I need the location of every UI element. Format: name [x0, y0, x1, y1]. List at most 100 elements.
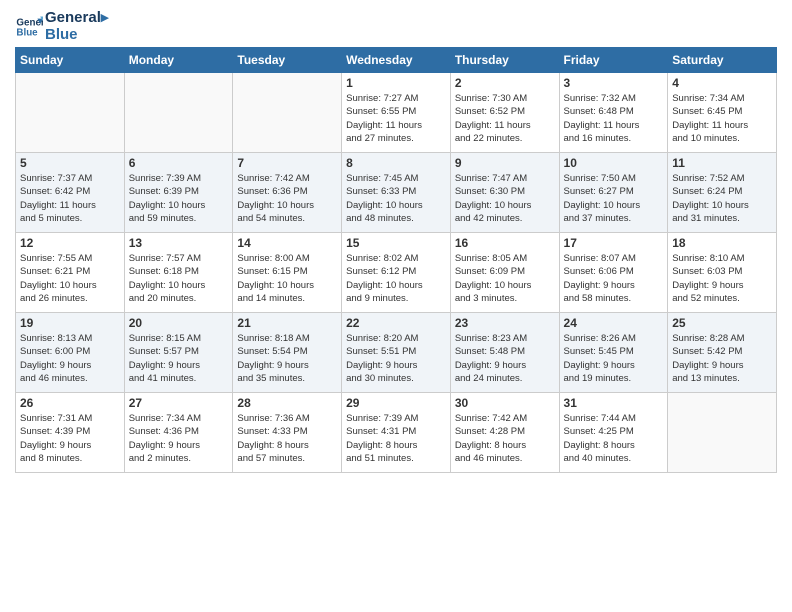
calendar-cell — [668, 393, 777, 473]
calendar-cell: 23 Sunrise: 8:23 AMSunset: 5:48 PMDayligh… — [450, 313, 559, 393]
calendar-cell: 13 Sunrise: 7:57 AMSunset: 6:18 PMDayligh… — [124, 233, 233, 313]
calendar-cell: 30 Sunrise: 7:42 AMSunset: 4:28 PMDayligh… — [450, 393, 559, 473]
header: General Blue General▸ Blue — [15, 10, 777, 43]
day-info: Sunrise: 8:02 AMSunset: 6:12 PMDaylight:… — [346, 252, 446, 305]
calendar-cell: 9Sunrise: 7:47 AMSunset: 6:30 PMDaylight… — [450, 153, 559, 233]
column-header-thursday: Thursday — [450, 48, 559, 73]
day-number: 13 — [129, 236, 229, 250]
day-info: Sunrise: 8:23 AMSunset: 5:48 PMDaylight:… — [455, 332, 555, 385]
day-info: Sunrise: 7:50 AMSunset: 6:27 PMDaylight:… — [564, 172, 664, 225]
week-row-5: 26 Sunrise: 7:31 AMSunset: 4:39 PMDayligh… — [16, 393, 777, 473]
day-number: 21 — [237, 316, 337, 330]
calendar-cell: 10 Sunrise: 7:50 AMSunset: 6:27 PMDayligh… — [559, 153, 668, 233]
calendar-cell: 11 Sunrise: 7:52 AMSunset: 6:24 PMDayligh… — [668, 153, 777, 233]
logo-icon: General Blue — [15, 13, 43, 41]
calendar-cell: 31 Sunrise: 7:44 AMSunset: 4:25 PMDayligh… — [559, 393, 668, 473]
column-header-tuesday: Tuesday — [233, 48, 342, 73]
calendar-cell: 16 Sunrise: 8:05 AMSunset: 6:09 PMDayligh… — [450, 233, 559, 313]
day-number: 1 — [346, 76, 446, 90]
calendar-cell: 19Sunrise: 8:13 AMSunset: 6:00 PMDayligh… — [16, 313, 125, 393]
calendar-cell: 3 Sunrise: 7:32 AMSunset: 6:48 PMDaylight… — [559, 73, 668, 153]
day-number: 30 — [455, 396, 555, 410]
calendar-cell: 6Sunrise: 7:39 AMSunset: 6:39 PMDaylight… — [124, 153, 233, 233]
day-info: Sunrise: 7:31 AMSunset: 4:39 PMDaylight:… — [20, 412, 120, 465]
week-row-2: 5 Sunrise: 7:37 AMSunset: 6:42 PMDaylight… — [16, 153, 777, 233]
week-row-4: 19Sunrise: 8:13 AMSunset: 6:00 PMDayligh… — [16, 313, 777, 393]
calendar-cell: 15 Sunrise: 8:02 AMSunset: 6:12 PMDayligh… — [342, 233, 451, 313]
calendar-cell: 26 Sunrise: 7:31 AMSunset: 4:39 PMDayligh… — [16, 393, 125, 473]
calendar-cell: 22Sunrise: 8:20 AMSunset: 5:51 PMDayligh… — [342, 313, 451, 393]
calendar-cell: 12 Sunrise: 7:55 AMSunset: 6:21 PMDayligh… — [16, 233, 125, 313]
calendar-cell — [124, 73, 233, 153]
day-info: Sunrise: 8:28 AMSunset: 5:42 PMDaylight:… — [672, 332, 772, 385]
calendar-cell: 28Sunrise: 7:36 AMSunset: 4:33 PMDayligh… — [233, 393, 342, 473]
week-row-3: 12 Sunrise: 7:55 AMSunset: 6:21 PMDayligh… — [16, 233, 777, 313]
svg-text:Blue: Blue — [16, 27, 38, 38]
day-info: Sunrise: 7:55 AMSunset: 6:21 PMDaylight:… — [20, 252, 120, 305]
calendar-container: General Blue General▸ Blue SundayMondayT… — [0, 0, 792, 483]
day-info: Sunrise: 7:34 AMSunset: 4:36 PMDaylight:… — [129, 412, 229, 465]
day-info: Sunrise: 8:07 AMSunset: 6:06 PMDaylight:… — [564, 252, 664, 305]
day-number: 25 — [672, 316, 772, 330]
day-info: Sunrise: 8:15 AMSunset: 5:57 PMDaylight:… — [129, 332, 229, 385]
day-info: Sunrise: 7:52 AMSunset: 6:24 PMDaylight:… — [672, 172, 772, 225]
day-info: Sunrise: 7:36 AMSunset: 4:33 PMDaylight:… — [237, 412, 337, 465]
day-info: Sunrise: 7:32 AMSunset: 6:48 PMDaylight:… — [564, 92, 664, 145]
day-info: Sunrise: 7:47 AMSunset: 6:30 PMDaylight:… — [455, 172, 555, 225]
calendar-cell: 25 Sunrise: 8:28 AMSunset: 5:42 PMDayligh… — [668, 313, 777, 393]
logo-blue: Blue — [45, 27, 108, 44]
day-number: 15 — [346, 236, 446, 250]
day-number: 8 — [346, 156, 446, 170]
logo: General Blue General▸ Blue — [15, 10, 108, 43]
calendar-cell: 4 Sunrise: 7:34 AMSunset: 6:45 PMDaylight… — [668, 73, 777, 153]
column-header-sunday: Sunday — [16, 48, 125, 73]
day-number: 10 — [564, 156, 664, 170]
day-number: 20 — [129, 316, 229, 330]
week-row-1: 1 Sunrise: 7:27 AMSunset: 6:55 PMDaylight… — [16, 73, 777, 153]
day-number: 24 — [564, 316, 664, 330]
day-number: 23 — [455, 316, 555, 330]
calendar-cell: 27Sunrise: 7:34 AMSunset: 4:36 PMDayligh… — [124, 393, 233, 473]
day-number: 4 — [672, 76, 772, 90]
day-number: 11 — [672, 156, 772, 170]
day-number: 5 — [20, 156, 120, 170]
calendar-cell: 14 Sunrise: 8:00 AMSunset: 6:15 PMDayligh… — [233, 233, 342, 313]
column-header-wednesday: Wednesday — [342, 48, 451, 73]
calendar-cell — [16, 73, 125, 153]
logo-general: General▸ — [45, 10, 108, 27]
column-header-saturday: Saturday — [668, 48, 777, 73]
day-number: 26 — [20, 396, 120, 410]
day-info: Sunrise: 8:05 AMSunset: 6:09 PMDaylight:… — [455, 252, 555, 305]
day-info: Sunrise: 8:20 AMSunset: 5:51 PMDaylight:… — [346, 332, 446, 385]
calendar-cell: 5 Sunrise: 7:37 AMSunset: 6:42 PMDaylight… — [16, 153, 125, 233]
day-number: 12 — [20, 236, 120, 250]
day-info: Sunrise: 8:00 AMSunset: 6:15 PMDaylight:… — [237, 252, 337, 305]
day-info: Sunrise: 7:42 AMSunset: 4:28 PMDaylight:… — [455, 412, 555, 465]
day-info: Sunrise: 7:57 AMSunset: 6:18 PMDaylight:… — [129, 252, 229, 305]
day-info: Sunrise: 7:27 AMSunset: 6:55 PMDaylight:… — [346, 92, 446, 145]
day-info: Sunrise: 7:37 AMSunset: 6:42 PMDaylight:… — [20, 172, 120, 225]
calendar-table: SundayMondayTuesdayWednesdayThursdayFrid… — [15, 47, 777, 473]
calendar-cell: 24Sunrise: 8:26 AMSunset: 5:45 PMDayligh… — [559, 313, 668, 393]
day-number: 17 — [564, 236, 664, 250]
day-number: 7 — [237, 156, 337, 170]
calendar-cell: 17 Sunrise: 8:07 AMSunset: 6:06 PMDayligh… — [559, 233, 668, 313]
day-info: Sunrise: 7:30 AMSunset: 6:52 PMDaylight:… — [455, 92, 555, 145]
day-info: Sunrise: 7:39 AMSunset: 4:31 PMDaylight:… — [346, 412, 446, 465]
calendar-cell: 7 Sunrise: 7:42 AMSunset: 6:36 PMDaylight… — [233, 153, 342, 233]
day-number: 16 — [455, 236, 555, 250]
day-info: Sunrise: 7:44 AMSunset: 4:25 PMDaylight:… — [564, 412, 664, 465]
day-info: Sunrise: 7:34 AMSunset: 6:45 PMDaylight:… — [672, 92, 772, 145]
calendar-cell: 29 Sunrise: 7:39 AMSunset: 4:31 PMDayligh… — [342, 393, 451, 473]
column-header-friday: Friday — [559, 48, 668, 73]
day-number: 31 — [564, 396, 664, 410]
column-header-monday: Monday — [124, 48, 233, 73]
day-number: 6 — [129, 156, 229, 170]
day-number: 14 — [237, 236, 337, 250]
calendar-cell — [233, 73, 342, 153]
day-number: 19 — [20, 316, 120, 330]
day-number: 3 — [564, 76, 664, 90]
day-info: Sunrise: 8:10 AMSunset: 6:03 PMDaylight:… — [672, 252, 772, 305]
day-number: 29 — [346, 396, 446, 410]
day-info: Sunrise: 7:42 AMSunset: 6:36 PMDaylight:… — [237, 172, 337, 225]
